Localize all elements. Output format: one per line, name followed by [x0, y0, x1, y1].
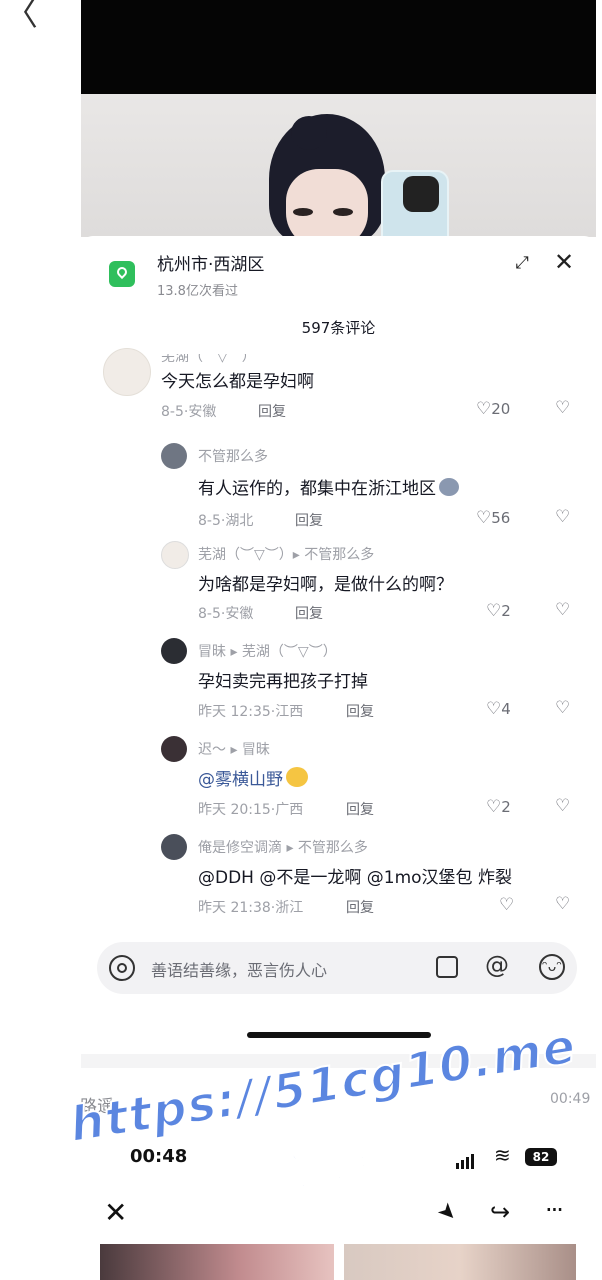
avatar[interactable] — [161, 834, 187, 860]
signal-icon — [456, 1150, 476, 1169]
heart-icon: ♡ — [476, 399, 492, 419]
dislike-icon[interactable]: ♡ — [555, 698, 570, 718]
comment-sheet: 杭州市·西湖区 13.8亿次看过 ⤢ ✕ 597条评论 芜湖（︶▽︶） 今天怎么… — [81, 236, 596, 1054]
comment-reply-item: 不管那么多 有人运作的，都集中在浙江地区 8-5·湖北 回复 ♡56 ♡ — [81, 440, 596, 530]
reply-button[interactable]: 回复 — [346, 897, 374, 917]
photo-bun — [291, 116, 327, 150]
comment-author[interactable]: 芜湖（︶▽︶） — [161, 354, 256, 366]
image-icon[interactable] — [436, 956, 458, 978]
share-icon[interactable]: ↪ — [490, 1198, 510, 1226]
location-title[interactable]: 杭州市·西湖区 — [157, 250, 264, 275]
like-count: 2 — [501, 798, 511, 816]
photo-eye — [293, 208, 313, 216]
wifi-icon: ≋ — [494, 1143, 511, 1167]
more-icon[interactable]: ··· — [545, 1196, 564, 1224]
comment-count: 597条评论 — [301, 319, 376, 337]
comment-meta: 昨天 12:35·江西 — [198, 704, 304, 720]
like-button[interactable]: ♡2 — [486, 797, 511, 817]
video-thumbnail[interactable] — [344, 1244, 576, 1280]
comment-item: 芜湖（︶▽︶） 今天怎么都是孕妇啊 8-5·安徽 回复 ♡20 ♡ — [81, 346, 596, 426]
comment-meta: 8-5·安徽 — [161, 404, 217, 420]
comment-meta: 昨天 21:38·浙江 — [198, 900, 304, 916]
video-thumbnail[interactable] — [100, 1244, 334, 1280]
reply-button[interactable]: 回复 — [346, 799, 374, 819]
like-count: 56 — [491, 509, 511, 527]
close-icon[interactable]: ✕ — [104, 1196, 127, 1229]
comment-reply-item: 迟～ ▸ 冒昧 @雾横山野 昨天 20:15·广西 回复 ♡2 ♡ — [81, 734, 596, 824]
comment-author[interactable]: 不管那么多 — [198, 446, 268, 466]
video-frame-top — [81, 0, 596, 94]
comment-meta: 8-5·湖北 — [198, 513, 254, 529]
laughing-emoji-icon — [286, 767, 308, 787]
reply-button[interactable]: 回复 — [295, 510, 323, 530]
dislike-icon[interactable]: ♡ — [555, 600, 570, 620]
like-button[interactable]: ♡56 — [476, 508, 510, 528]
comment-author[interactable]: 俺是修空调滴 ▸ 不管那么多 — [198, 837, 368, 857]
heart-icon: ♡ — [499, 895, 515, 915]
dislike-icon[interactable]: ♡ — [555, 507, 570, 527]
comment-reply-item: 冒昧 ▸ 芜湖（︶▽︶） 孕妇卖完再把孩子打掉 昨天 12:35·江西 回复 ♡… — [81, 636, 596, 726]
avatar[interactable] — [161, 638, 187, 664]
like-count: 20 — [491, 400, 511, 418]
battery-icon: 82 — [525, 1148, 557, 1166]
home-indicator — [247, 1032, 431, 1038]
comment-reply-item: 芜湖（︶▽︶）▸ 不管那么多 为啥都是孕妇啊，是做什么的啊？ 8-5·安徽 回复… — [81, 538, 596, 628]
reply-button[interactable]: 回复 — [295, 603, 323, 623]
avatar[interactable] — [103, 348, 151, 396]
photo-phone-camera — [403, 176, 439, 212]
back-chevron-icon[interactable]: 〈 — [4, 0, 38, 32]
avatar[interactable] — [161, 443, 187, 469]
expand-icon[interactable]: ⤢ — [511, 252, 533, 274]
comment-text: 今天怎么都是孕妇啊 — [161, 372, 314, 392]
location-views: 13.8亿次看过 — [157, 284, 238, 299]
next-video-duration: 00:49 — [550, 1091, 591, 1107]
navigation-arrow-icon[interactable]: ➤ — [432, 1197, 463, 1228]
status-bar-time: 00:48 — [130, 1146, 188, 1167]
avatar[interactable] — [161, 736, 187, 762]
like-button[interactable]: ♡2 — [486, 601, 511, 621]
heart-icon: ♡ — [486, 797, 502, 817]
comment-text: 为啥都是孕妇啊，是做什么的啊？ — [198, 575, 453, 595]
like-button[interactable]: ♡20 — [476, 399, 510, 419]
comment-author[interactable]: 迟～ ▸ 冒昧 — [198, 739, 270, 759]
avatar[interactable] — [161, 541, 189, 569]
comment-author[interactable]: 芜湖（︶▽︶）▸ 不管那么多 — [198, 544, 374, 564]
heart-icon: ♡ — [486, 699, 502, 719]
comment-input-bar[interactable]: 善语结善缘，恶言伤人心 @ ᵔᴗᵔ — [97, 942, 577, 994]
comment-text: @雾横山野 — [198, 765, 308, 790]
video-thumbnail — [81, 94, 596, 237]
location-pin-icon — [109, 261, 135, 287]
camera-icon[interactable] — [109, 955, 135, 981]
close-icon[interactable]: ✕ — [552, 250, 576, 274]
heart-icon: ♡ — [486, 601, 502, 621]
comment-text: 有人运作的，都集中在浙江地区 — [198, 474, 459, 499]
like-button[interactable]: ♡4 — [486, 699, 511, 719]
reply-button[interactable]: 回复 — [258, 401, 286, 421]
cat-emoji-icon — [439, 478, 459, 496]
watermark-text: 看完整版 — [233, 1134, 400, 1206]
heart-icon: ♡ — [476, 508, 492, 528]
dislike-icon[interactable]: ♡ — [555, 398, 570, 418]
photo-face — [286, 169, 368, 237]
like-count: 4 — [501, 700, 511, 718]
comment-meta: 8-5·安徽 — [198, 606, 254, 622]
comment-reply-item: 俺是修空调滴 ▸ 不管那么多 @DDH @不是一龙啊 @1mo汉堡包 炸裂 昨天… — [81, 832, 596, 922]
dislike-icon[interactable]: ♡ — [555, 796, 570, 816]
comment-input[interactable]: 善语结善缘，恶言伤人心 — [151, 957, 327, 981]
comment-author[interactable]: 冒昧 ▸ 芜湖（︶▽︶） — [198, 641, 337, 661]
like-button[interactable]: ♡ — [499, 895, 514, 915]
at-mention-icon[interactable]: @ — [485, 951, 509, 979]
emoji-icon[interactable]: ᵔᴗᵔ — [539, 954, 565, 980]
like-count: 2 — [501, 602, 511, 620]
comment-text: @DDH @不是一龙啊 @1mo汉堡包 炸裂 — [198, 868, 512, 888]
reply-button[interactable]: 回复 — [346, 701, 374, 721]
dislike-icon[interactable]: ♡ — [555, 894, 570, 914]
comment-text: 孕妇卖完再把孩子打掉 — [198, 672, 368, 692]
comment-meta: 昨天 20:15·广西 — [198, 802, 304, 818]
photo-eye — [333, 208, 353, 216]
